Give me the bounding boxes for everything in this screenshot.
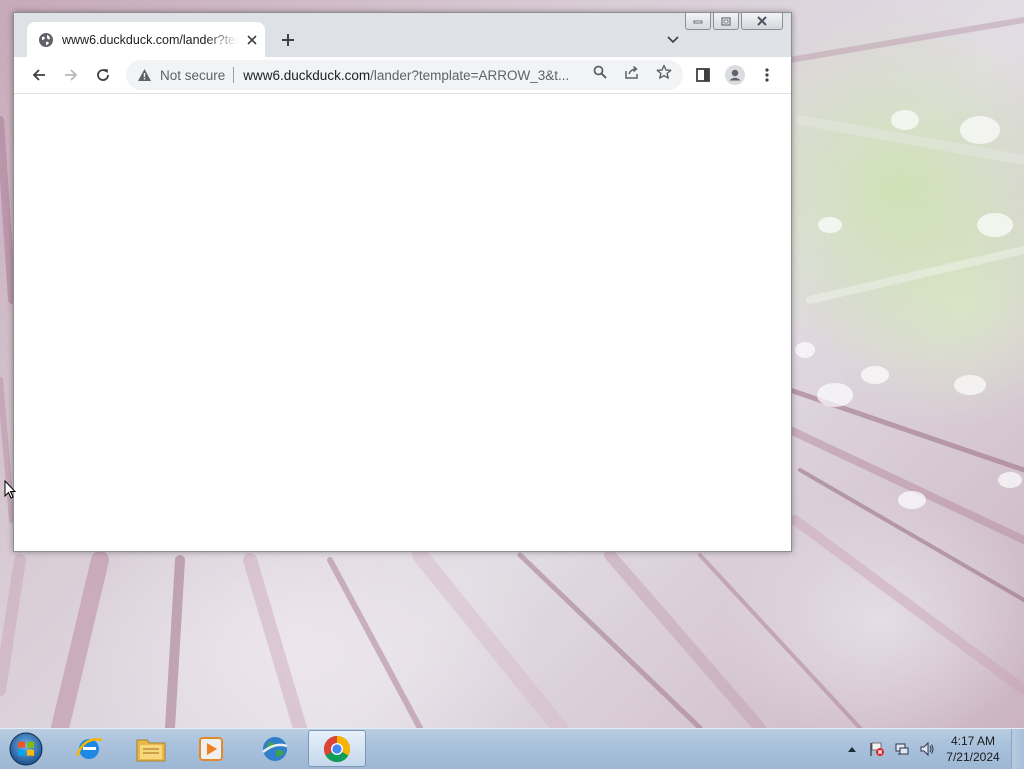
start-button[interactable]: [6, 731, 46, 767]
windows-orb-icon: [9, 732, 43, 766]
menu-button[interactable]: [757, 65, 777, 85]
taskbar-clock[interactable]: 4:17 AM 7/21/2024: [934, 733, 1012, 765]
minimize-icon: [693, 20, 703, 24]
ie-icon: [75, 737, 103, 759]
window-caption-buttons: [685, 13, 783, 31]
tab-active[interactable]: www6.duckduck.com/lander?template=ARROW_…: [27, 22, 265, 57]
share-icon[interactable]: [624, 64, 640, 80]
media-player-icon: [199, 736, 223, 761]
chevron-down-icon: [667, 36, 679, 44]
chrome-window: www6.duckduck.com/lander?template=ARROW_…: [13, 12, 792, 552]
tab-title: www6.duckduck.com/lander?template=ARROW_…: [62, 32, 238, 47]
security-label[interactable]: Not secure: [160, 68, 225, 83]
globe-icon: [38, 32, 54, 48]
back-button[interactable]: [29, 65, 49, 85]
plus-icon: [282, 34, 294, 46]
close-window-button[interactable]: [741, 13, 783, 30]
new-tab-button[interactable]: [278, 30, 298, 50]
warning-icon[interactable]: [136, 67, 152, 83]
system-tray: [842, 729, 942, 769]
taskbar-media-player[interactable]: [182, 730, 240, 767]
side-panel-icon: [696, 68, 710, 82]
taskbar-windows-explorer[interactable]: [122, 730, 180, 767]
bookmark-star-icon[interactable]: [656, 64, 672, 80]
tab-search-button[interactable]: [664, 31, 682, 49]
action-center-flag-icon[interactable]: [867, 739, 887, 759]
taskbar-globe-app[interactable]: [246, 730, 304, 767]
globe-app-icon: [262, 736, 288, 761]
network-icon[interactable]: [892, 739, 912, 759]
kebab-menu-icon: [765, 68, 769, 82]
avatar-icon: [725, 65, 745, 85]
chrome-icon: [323, 735, 351, 762]
browser-toolbar: Not secure www6.duckduck.com/lander?temp…: [14, 57, 791, 94]
search-icon[interactable]: [592, 64, 608, 80]
minimize-button[interactable]: [685, 13, 711, 30]
taskbar: 4:17 AM 7/21/2024: [0, 728, 1024, 769]
clock-time: 4:17 AM: [950, 734, 996, 748]
reload-icon: [97, 69, 109, 81]
url-host: www6.duckduck.com: [243, 67, 371, 83]
taskbar-internet-explorer[interactable]: [60, 730, 118, 767]
tab-strip: www6.duckduck.com/lander?template=ARROW_…: [14, 13, 791, 57]
omnibox-divider: [233, 67, 235, 83]
mouse-cursor: [4, 479, 17, 504]
clock-date: 7/21/2024: [946, 750, 1000, 764]
restore-icon: [721, 17, 731, 25]
tray-chevron-up-icon[interactable]: [842, 739, 862, 759]
reload-button[interactable]: [93, 65, 113, 85]
side-panel-button[interactable]: [693, 65, 713, 85]
url-text[interactable]: www6.duckduck.com/lander?template=ARROW_…: [243, 68, 581, 83]
forward-button[interactable]: [61, 65, 81, 85]
page-content[interactable]: [14, 94, 791, 551]
arrow-right-icon: [65, 69, 78, 81]
tab-close-icon[interactable]: [244, 32, 260, 48]
folder-icon: [136, 739, 166, 761]
close-icon: [757, 16, 767, 26]
profile-button[interactable]: [725, 65, 745, 85]
show-desktop-button[interactable]: [1011, 729, 1024, 769]
arrow-left-icon: [32, 69, 45, 81]
restore-button[interactable]: [713, 13, 739, 30]
taskbar-google-chrome[interactable]: [308, 730, 366, 767]
url-path: /lander?template=ARROW_3&t...: [370, 67, 570, 83]
